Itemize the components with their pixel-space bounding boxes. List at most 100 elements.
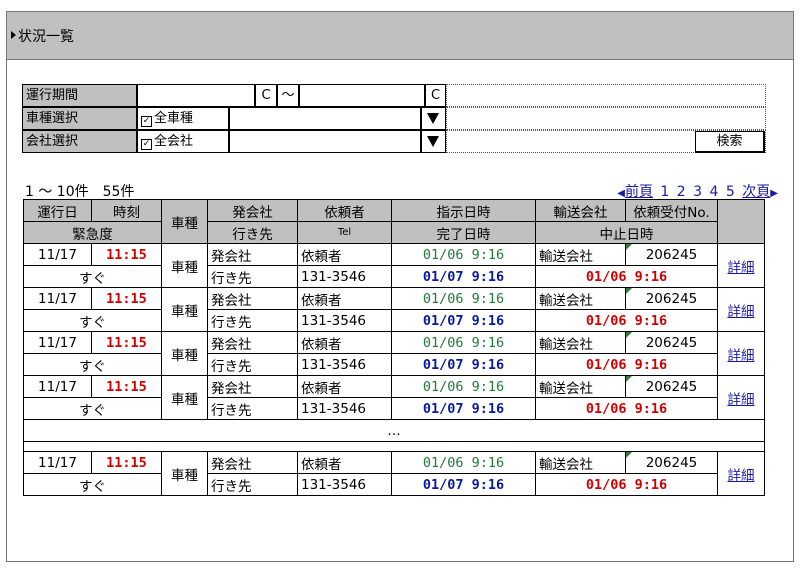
col-header-vehicle: 車種 [161, 199, 208, 244]
cell-vehicle: 車種 [161, 331, 208, 376]
col-header-client: 依頼者 [297, 199, 392, 222]
page-link-2[interactable]: 2 [677, 184, 686, 200]
cell-time: 11:15 [91, 243, 162, 266]
cell-date: 11/17 [23, 243, 92, 266]
cell-cancel: 01/06 9:16 [535, 397, 718, 420]
cell-to: 行き先 [207, 265, 298, 288]
cell-time: 11:15 [91, 287, 162, 310]
page-link-5[interactable]: 5 [726, 184, 735, 200]
cell-complete: 01/07 9:16 [391, 353, 536, 376]
cell-tel: 131-3546 [297, 397, 392, 420]
checkbox-checked-icon[interactable]: ✓ [141, 116, 152, 127]
detail-link[interactable]: 詳細 [717, 375, 765, 420]
cell-date: 11/17 [23, 331, 92, 354]
cell-carrier: 輸送会社 [535, 287, 626, 310]
cell-cancel: 01/06 9:16 [535, 309, 718, 332]
ellipsis: … [23, 419, 765, 442]
col-header-complete: 完了日時 [391, 221, 536, 244]
cell-complete: 01/07 9:16 [391, 265, 536, 288]
cell-client: 依頼者 [297, 451, 392, 474]
period-from-calendar-button[interactable]: C [255, 84, 277, 107]
cell-urgency: すぐ [23, 265, 162, 288]
vehicle-label: 車種選択 [22, 107, 137, 130]
detail-link[interactable]: 詳細 [717, 451, 765, 496]
period-from-input[interactable] [137, 84, 255, 107]
col-header-date: 運行日 [23, 199, 92, 222]
page-link-3[interactable]: 3 [693, 184, 702, 200]
dropdown-arrow-icon [427, 136, 439, 147]
cell-carrier: 輸送会社 [535, 331, 626, 354]
page-link-1[interactable]: 1 [660, 184, 669, 200]
cell-tel: 131-3546 [297, 309, 392, 332]
cell-urgency: すぐ [23, 309, 162, 332]
cell-to: 行き先 [207, 473, 298, 496]
cell-urgency: すぐ [23, 473, 162, 496]
ellipsis-row: … [23, 419, 765, 442]
detail-link[interactable]: 詳細 [717, 287, 765, 332]
cell-complete: 01/07 9:16 [391, 473, 536, 496]
cell-urgency: すぐ [23, 397, 162, 420]
detail-link[interactable]: 詳細 [717, 243, 765, 288]
cell-to: 行き先 [207, 309, 298, 332]
company-select[interactable] [229, 130, 421, 153]
cell-instruct: 01/06 9:16 [391, 375, 536, 398]
cell-tel: 131-3546 [297, 473, 392, 496]
table-row-sub: すぐ 行き先 131-3546 01/07 9:16 01/06 9:16 [23, 309, 765, 332]
table-row: 11/17 11:15 車種 発会社 依頼者 01/06 9:16 輸送会社 2… [23, 287, 765, 332]
collapse-triangle-icon[interactable] [11, 31, 16, 39]
table-row: 11/17 11:15 車種 発会社 依頼者 01/06 9:16 輸送会社 2… [23, 331, 765, 376]
cell-carrier: 輸送会社 [535, 375, 626, 398]
vehicle-all-checkbox[interactable]: ✓ 全車種 [137, 107, 229, 130]
company-all-checkbox[interactable]: ✓ 全会社 [137, 130, 229, 153]
vehicle-select[interactable] [229, 107, 421, 130]
cell-client: 依頼者 [297, 287, 392, 310]
table-row-sub: すぐ 行き先 131-3546 01/07 9:16 01/06 9:16 [23, 353, 765, 376]
prev-arrow-icon: ◀ [617, 188, 625, 199]
result-count: 1 ～ 10件 55件 [25, 184, 135, 200]
cell-to: 行き先 [207, 397, 298, 420]
pagination: ◀前頁 1 2 3 4 5 次頁▶ [614, 181, 778, 201]
cell-date: 11/17 [23, 287, 92, 310]
vehicle-select-dropdown[interactable] [421, 107, 446, 130]
cell-date: 11/17 [23, 451, 92, 474]
next-page-link[interactable]: 次頁 [742, 184, 770, 200]
cell-carrier: 輸送会社 [535, 451, 626, 474]
detail-link[interactable]: 詳細 [717, 331, 765, 376]
cell-tel: 131-3546 [297, 265, 392, 288]
table-header-row-2: 緊急度 行き先 Tel 完了日時 中止日時 [23, 221, 765, 244]
cell-receipt-no: 206245 [625, 451, 718, 474]
cell-instruct: 01/06 9:16 [391, 451, 536, 474]
cell-instruct: 01/06 9:16 [391, 243, 536, 266]
col-header-detail [717, 199, 765, 244]
col-header-from: 発会社 [207, 199, 298, 222]
table-row-sub: すぐ 行き先 131-3546 01/07 9:16 01/06 9:16 [23, 397, 765, 420]
prev-page-link[interactable]: 前頁 [625, 184, 653, 200]
spacer-row [23, 441, 765, 452]
cell-cancel: 01/06 9:16 [535, 473, 718, 496]
page-link-4[interactable]: 4 [710, 184, 719, 200]
cell-instruct: 01/06 9:16 [391, 331, 536, 354]
cell-receipt-no: 206245 [625, 287, 718, 310]
cell-instruct: 01/06 9:16 [391, 287, 536, 310]
company-row: 会社選択 ✓ 全会社 検索 [22, 130, 766, 154]
cell-from: 発会社 [207, 331, 298, 354]
col-header-to: 行き先 [207, 221, 298, 244]
cell-receipt-no: 206245 [625, 243, 718, 266]
cell-from: 発会社 [207, 451, 298, 474]
cell-to: 行き先 [207, 353, 298, 376]
checkbox-checked-icon[interactable]: ✓ [141, 139, 152, 150]
vehicle-row-filler [446, 107, 766, 130]
next-arrow-icon: ▶ [770, 188, 778, 199]
period-to-input[interactable] [299, 84, 425, 107]
status-table: 運行日 時刻 車種 発会社 依頼者 指示日時 輸送会社 依頼受付No. 緊急度 … [23, 199, 765, 496]
period-label: 運行期間 [22, 84, 137, 107]
table-row: 11/17 11:15 車種 発会社 依頼者 01/06 9:16 輸送会社 2… [23, 451, 765, 496]
cell-from: 発会社 [207, 287, 298, 310]
search-button[interactable]: 検索 [695, 131, 765, 153]
period-to-calendar-button[interactable]: C [425, 84, 446, 107]
col-header-cancel: 中止日時 [535, 221, 718, 244]
table-header-row-1: 運行日 時刻 車種 発会社 依頼者 指示日時 輸送会社 依頼受付No. [23, 199, 765, 244]
company-select-dropdown[interactable] [421, 130, 446, 153]
cell-vehicle: 車種 [161, 287, 208, 332]
cell-client: 依頼者 [297, 331, 392, 354]
